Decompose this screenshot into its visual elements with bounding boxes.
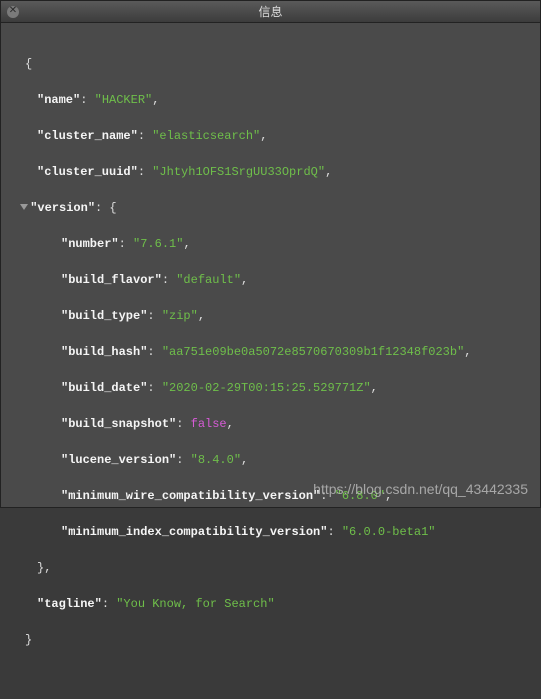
- json-value: "2020-02-29T00:15:25.529771Z": [162, 381, 371, 395]
- json-key: "minimum_index_compatibility_version": [61, 525, 327, 539]
- close-icon[interactable]: ✕: [7, 6, 19, 18]
- watermark: https://blog.csdn.net/qq_43442335: [313, 481, 528, 497]
- brace-open: {: [13, 55, 528, 73]
- json-value: "7.6.1": [133, 237, 183, 251]
- json-row: "cluster_name": "elasticsearch",: [13, 127, 528, 145]
- json-key: "build_date": [61, 381, 147, 395]
- json-row: "minimum_index_compatibility_version": "…: [13, 523, 528, 541]
- json-key: "minimum_wire_compatibility_version": [61, 489, 320, 503]
- json-row: "build_flavor": "default",: [13, 271, 528, 289]
- json-key: "cluster_uuid": [37, 165, 138, 179]
- json-key: "build_hash": [61, 345, 147, 359]
- info-window: ✕ 信息 { "name": "HACKER", "cluster_name":…: [0, 0, 541, 508]
- brace-close: },: [13, 559, 528, 577]
- json-value: "Jhtyh1OFS1SrgUU33OprdQ": [152, 165, 325, 179]
- json-value: "aa751e09be0a5072e8570670309b1f12348f023…: [162, 345, 464, 359]
- json-row: "lucene_version": "8.4.0",: [13, 451, 528, 469]
- collapse-toggle-icon[interactable]: [20, 204, 28, 210]
- json-key: "name": [37, 93, 80, 107]
- json-row: "build_snapshot": false,: [13, 415, 528, 433]
- json-key: "build_snapshot": [61, 417, 176, 431]
- json-value: "6.0.0-beta1": [342, 525, 436, 539]
- json-key: "number": [61, 237, 119, 251]
- json-key: "version": [30, 201, 95, 215]
- brace-close: }: [13, 631, 528, 649]
- json-row: "cluster_uuid": "Jhtyh1OFS1SrgUU33OprdQ"…: [13, 163, 528, 181]
- json-value: "default": [176, 273, 241, 287]
- json-viewer: { "name": "HACKER", "cluster_name": "ela…: [1, 23, 540, 699]
- json-value: "elasticsearch": [152, 129, 260, 143]
- json-value: "You Know, for Search": [116, 597, 274, 611]
- json-row: "build_date": "2020-02-29T00:15:25.52977…: [13, 379, 528, 397]
- json-value: "8.4.0": [191, 453, 241, 467]
- json-value: "zip": [162, 309, 198, 323]
- json-key: "build_flavor": [61, 273, 162, 287]
- json-value: "HACKER": [95, 93, 153, 107]
- json-value: false: [191, 417, 227, 431]
- json-key: "lucene_version": [61, 453, 176, 467]
- titlebar: ✕ 信息: [1, 1, 540, 23]
- json-row: "name": "HACKER",: [13, 91, 528, 109]
- json-key: "cluster_name": [37, 129, 138, 143]
- json-row: "number": "7.6.1",: [13, 235, 528, 253]
- json-key: "build_type": [61, 309, 147, 323]
- json-row: "build_type": "zip",: [13, 307, 528, 325]
- json-row: "tagline": "You Know, for Search": [13, 595, 528, 613]
- json-row: "version": {: [13, 199, 528, 217]
- json-key: "tagline": [37, 597, 102, 611]
- window-title: 信息: [1, 3, 540, 20]
- json-row: "build_hash": "aa751e09be0a5072e85706703…: [13, 343, 528, 361]
